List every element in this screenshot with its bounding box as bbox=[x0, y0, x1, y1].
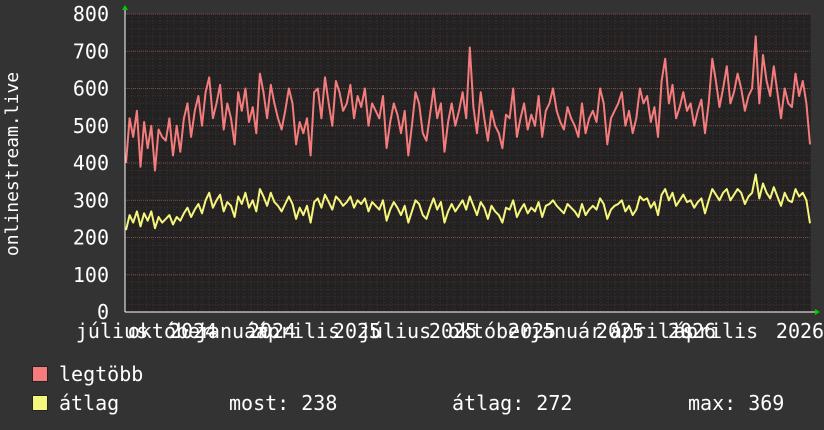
y-tick-label: 400 bbox=[73, 151, 109, 175]
y-tick-label: 100 bbox=[73, 263, 109, 287]
x-tick-label: július bbox=[359, 319, 431, 343]
x-tick-label: április bbox=[256, 319, 340, 343]
chart: 0100200300400500600700800 júliusoktóber2… bbox=[2, 2, 824, 343]
x-tick-labels: júliusoktóber2024január2024április2025jú… bbox=[76, 319, 824, 343]
y-tick-label: 600 bbox=[73, 77, 109, 101]
x-tick-label: január bbox=[530, 319, 602, 343]
y-tick-labels: 0100200300400500600700800 bbox=[73, 2, 109, 324]
y-tick-label: 300 bbox=[73, 188, 109, 212]
y-tick-label: 200 bbox=[73, 226, 109, 250]
y-tick-label: 800 bbox=[73, 2, 109, 26]
x-tick-label: április bbox=[674, 319, 758, 343]
y-axis-arrow bbox=[122, 5, 128, 10]
y-tick-label: 500 bbox=[73, 114, 109, 138]
y-axis-title: onlinestream.live bbox=[2, 72, 23, 256]
y-tick-label: 700 bbox=[73, 39, 109, 63]
x-tick-label: 2026 bbox=[776, 319, 824, 343]
x-axis-arrow bbox=[815, 309, 820, 315]
